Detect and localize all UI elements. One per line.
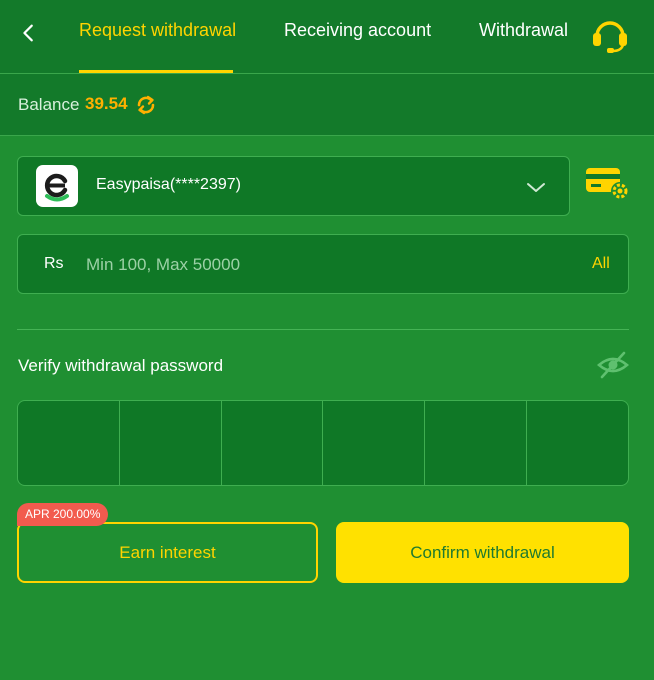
receiving-account-select[interactable]: Easypaisa(****2397) [17, 156, 570, 216]
pin-digit-6[interactable] [527, 401, 628, 485]
eye-off-icon [597, 351, 629, 379]
verify-password-label: Verify withdrawal password [18, 356, 224, 375]
chevron-left-icon [23, 24, 33, 42]
all-button[interactable]: All [592, 255, 610, 273]
amount-field: Rs All [17, 234, 629, 294]
tab-receiving-account[interactable]: Receiving account [284, 20, 431, 41]
password-visibility-toggle[interactable] [596, 350, 630, 380]
card-settings-icon [586, 168, 629, 200]
balance-value: 39.54 [85, 94, 128, 113]
confirm-withdrawal-button[interactable]: Confirm withdrawal [336, 522, 629, 583]
refresh-icon[interactable] [134, 93, 158, 117]
chevron-down-icon [527, 183, 545, 192]
pin-digit-5[interactable] [425, 401, 528, 485]
earn-interest-button[interactable]: Earn interest [17, 522, 318, 583]
headset-icon [593, 21, 627, 53]
account-name: Easypaisa(****2397) [96, 176, 241, 193]
pin-digit-3[interactable] [222, 401, 324, 485]
pin-digit-4[interactable] [323, 401, 426, 485]
tab-withdrawal[interactable]: Withdrawal [479, 20, 568, 41]
tab-request-withdrawal[interactable]: Request withdrawal [79, 20, 236, 41]
top-nav-bar: Request withdrawal Receiving account Wit… [0, 0, 654, 74]
divider [17, 329, 629, 330]
balance-bar: Balance 39.54 [0, 74, 654, 136]
currency-label: Rs [44, 255, 64, 272]
customer-support-button[interactable] [588, 14, 632, 56]
apr-badge: APR 200.00% [17, 503, 109, 526]
balance-label: Balance [18, 95, 80, 114]
password-pin-input[interactable] [17, 400, 629, 486]
active-tab-indicator [79, 70, 233, 73]
back-button[interactable] [14, 18, 44, 48]
amount-input[interactable] [86, 249, 526, 281]
pin-digit-2[interactable] [120, 401, 222, 485]
easypaisa-logo [36, 165, 78, 207]
pin-digit-1[interactable] [18, 401, 120, 485]
card-settings-button[interactable] [584, 164, 630, 202]
